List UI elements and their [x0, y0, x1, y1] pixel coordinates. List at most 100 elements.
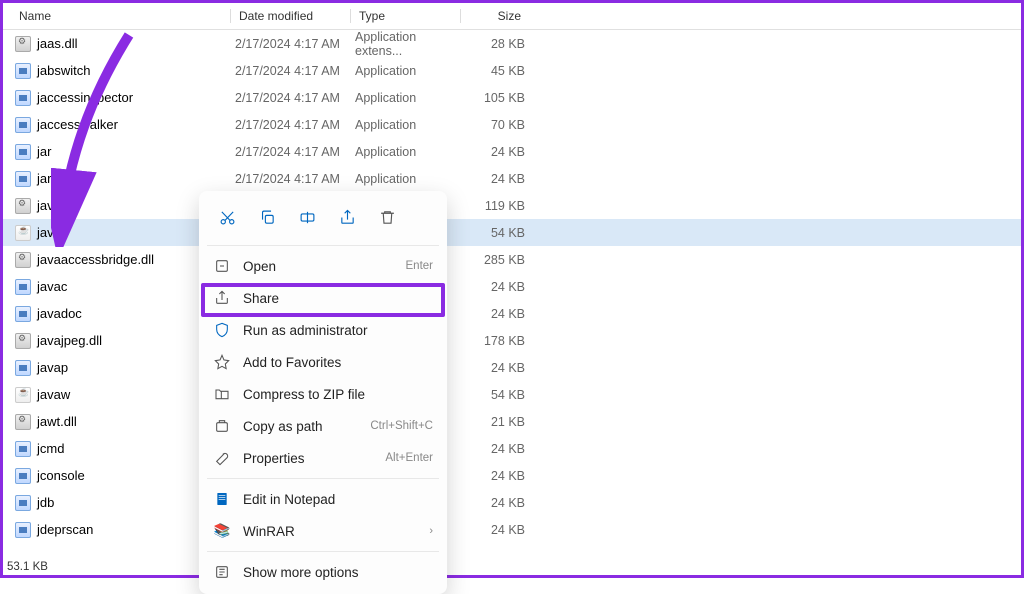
file-row[interactable]: jconsole 24 KB	[3, 462, 1021, 489]
file-name: jaas.dll	[37, 36, 77, 51]
file-name: jaccessinspector	[37, 90, 133, 105]
open-icon	[213, 257, 231, 275]
share-tool-icon[interactable]	[333, 203, 361, 231]
status-bar: 53.1 KB	[3, 559, 52, 575]
file-row[interactable]: javaaccessbridge.dll 285 KB	[3, 246, 1021, 273]
file-name: jaccesswalker	[37, 117, 118, 132]
java-file-icon	[15, 225, 31, 241]
col-name-header[interactable]: Name	[19, 9, 51, 23]
file-name: javajpeg.dll	[37, 333, 102, 348]
file-row[interactable]: javadoc24 KB	[3, 300, 1021, 327]
dll-file-icon	[15, 36, 31, 52]
chevron-right-icon: ›	[429, 525, 433, 537]
file-type: Application	[355, 64, 465, 78]
file-row[interactable]: jdeprscan2/17/2024 4:17 AMApplication24 …	[3, 516, 1021, 543]
delete-icon[interactable]	[373, 203, 401, 231]
file-row[interactable]: jaccesswalker2/17/2024 4:17 AMApplicatio…	[3, 111, 1021, 138]
menu-copy-path-shortcut: Ctrl+Shift+C	[370, 420, 433, 432]
file-size: 285 KB	[465, 253, 525, 267]
file-row[interactable]: jaas.dll 2/17/2024 4:17 AMApplication ext…	[3, 30, 1021, 57]
file-name: jcmd	[37, 441, 64, 456]
file-name: jconsole	[37, 468, 85, 483]
file-size: 24 KB	[465, 523, 525, 537]
file-date: 2/17/2024 4:17 AM	[235, 37, 355, 51]
share-icon	[213, 289, 231, 307]
menu-winrar[interactable]: 📚 WinRAR ›	[199, 515, 447, 547]
java-file-icon	[15, 387, 31, 403]
file-name: javap	[37, 360, 68, 375]
file-name: javac	[37, 279, 67, 294]
app-file-icon	[15, 522, 31, 538]
file-size: 24 KB	[465, 442, 525, 456]
file-row[interactable]: javap 24 KB	[3, 354, 1021, 381]
menu-properties-shortcut: Alt+Enter	[385, 452, 433, 464]
col-size-header[interactable]: Size	[465, 9, 525, 23]
menu-copy-path[interactable]: Copy as path Ctrl+Shift+C	[199, 410, 447, 442]
winrar-icon: 📚	[213, 522, 231, 540]
col-type-header[interactable]: Type	[355, 9, 465, 23]
menu-compress[interactable]: Compress to ZIP file	[199, 378, 447, 410]
file-size: 24 KB	[465, 361, 525, 375]
dll-file-icon	[15, 414, 31, 430]
file-size: 45 KB	[465, 64, 525, 78]
file-row[interactable]: jarsigner2/17/2024 4:17 AMApplication24 …	[3, 165, 1021, 192]
file-row[interactable]: jabswitch2/17/2024 4:17 AMApplication45 …	[3, 57, 1021, 84]
file-row[interactable]: java.dL119 KB	[3, 192, 1021, 219]
shield-icon	[213, 321, 231, 339]
file-row[interactable]: jdb24 KB	[3, 489, 1021, 516]
file-row[interactable]: javac 24 KB	[3, 273, 1021, 300]
app-file-icon	[15, 63, 31, 79]
file-row[interactable]: javaw 54 KB	[3, 381, 1021, 408]
file-size: 54 KB	[465, 388, 525, 402]
menu-open-shortcut: Enter	[406, 260, 434, 272]
wrench-icon	[213, 449, 231, 467]
file-row[interactable]: jcmd 24 KB	[3, 435, 1021, 462]
file-row[interactable]: javajpeg.dll178 KB	[3, 327, 1021, 354]
file-type: Application extens...	[355, 30, 465, 58]
file-size: 24 KB	[465, 280, 525, 294]
file-size: 70 KB	[465, 118, 525, 132]
file-date: 2/17/2024 4:17 AM	[235, 172, 355, 186]
file-name: javadoc	[37, 306, 82, 321]
file-row[interactable]: jaccessinspector2/17/2024 4:17 AMApplica…	[3, 84, 1021, 111]
copy-path-icon	[213, 417, 231, 435]
file-name: java	[37, 225, 61, 240]
file-name: javaaccessbridge.dll	[37, 252, 154, 267]
file-size: 21 KB	[465, 415, 525, 429]
menu-run-admin-label: Run as administrator	[243, 323, 433, 338]
file-row[interactable]: java54 KB	[3, 219, 1021, 246]
menu-share-label: Share	[243, 291, 433, 306]
context-menu-toolbar	[199, 197, 447, 241]
file-date: 2/17/2024 4:17 AM	[235, 118, 355, 132]
column-headers[interactable]: Name Date modified Type Size	[3, 3, 1021, 30]
menu-properties-label: Properties	[243, 451, 373, 466]
dll-file-icon	[15, 252, 31, 268]
menu-properties[interactable]: Properties Alt+Enter	[199, 442, 447, 474]
menu-notepad[interactable]: Edit in Notepad	[199, 483, 447, 515]
app-file-icon	[15, 441, 31, 457]
menu-favorites[interactable]: Add to Favorites	[199, 346, 447, 378]
file-name: jar	[37, 144, 51, 159]
file-name: javaw	[37, 387, 70, 402]
app-file-icon	[15, 279, 31, 295]
file-name: jawt.dll	[37, 414, 77, 429]
file-size: 24 KB	[465, 469, 525, 483]
menu-share[interactable]: Share	[199, 282, 447, 314]
file-date: 2/17/2024 4:17 AM	[235, 145, 355, 159]
menu-run-admin[interactable]: Run as administrator	[199, 314, 447, 346]
context-menu: Open Enter Share Run as administrator Ad…	[199, 191, 447, 594]
copy-icon[interactable]	[253, 203, 281, 231]
menu-open-label: Open	[243, 259, 394, 274]
rename-icon[interactable]	[293, 203, 321, 231]
col-date-header[interactable]: Date modified	[235, 9, 355, 23]
file-name: jdb	[37, 495, 54, 510]
menu-open[interactable]: Open Enter	[199, 250, 447, 282]
file-date: 2/17/2024 4:17 AM	[235, 64, 355, 78]
file-row[interactable]: jawt.dll 21 KB	[3, 408, 1021, 435]
file-row[interactable]: jar2/17/2024 4:17 AMApplication24 KB	[3, 138, 1021, 165]
cut-icon[interactable]	[213, 203, 241, 231]
separator	[207, 245, 439, 246]
dll-file-icon	[15, 333, 31, 349]
file-size: 105 KB	[465, 91, 525, 105]
menu-more-options[interactable]: Show more options	[199, 556, 447, 588]
